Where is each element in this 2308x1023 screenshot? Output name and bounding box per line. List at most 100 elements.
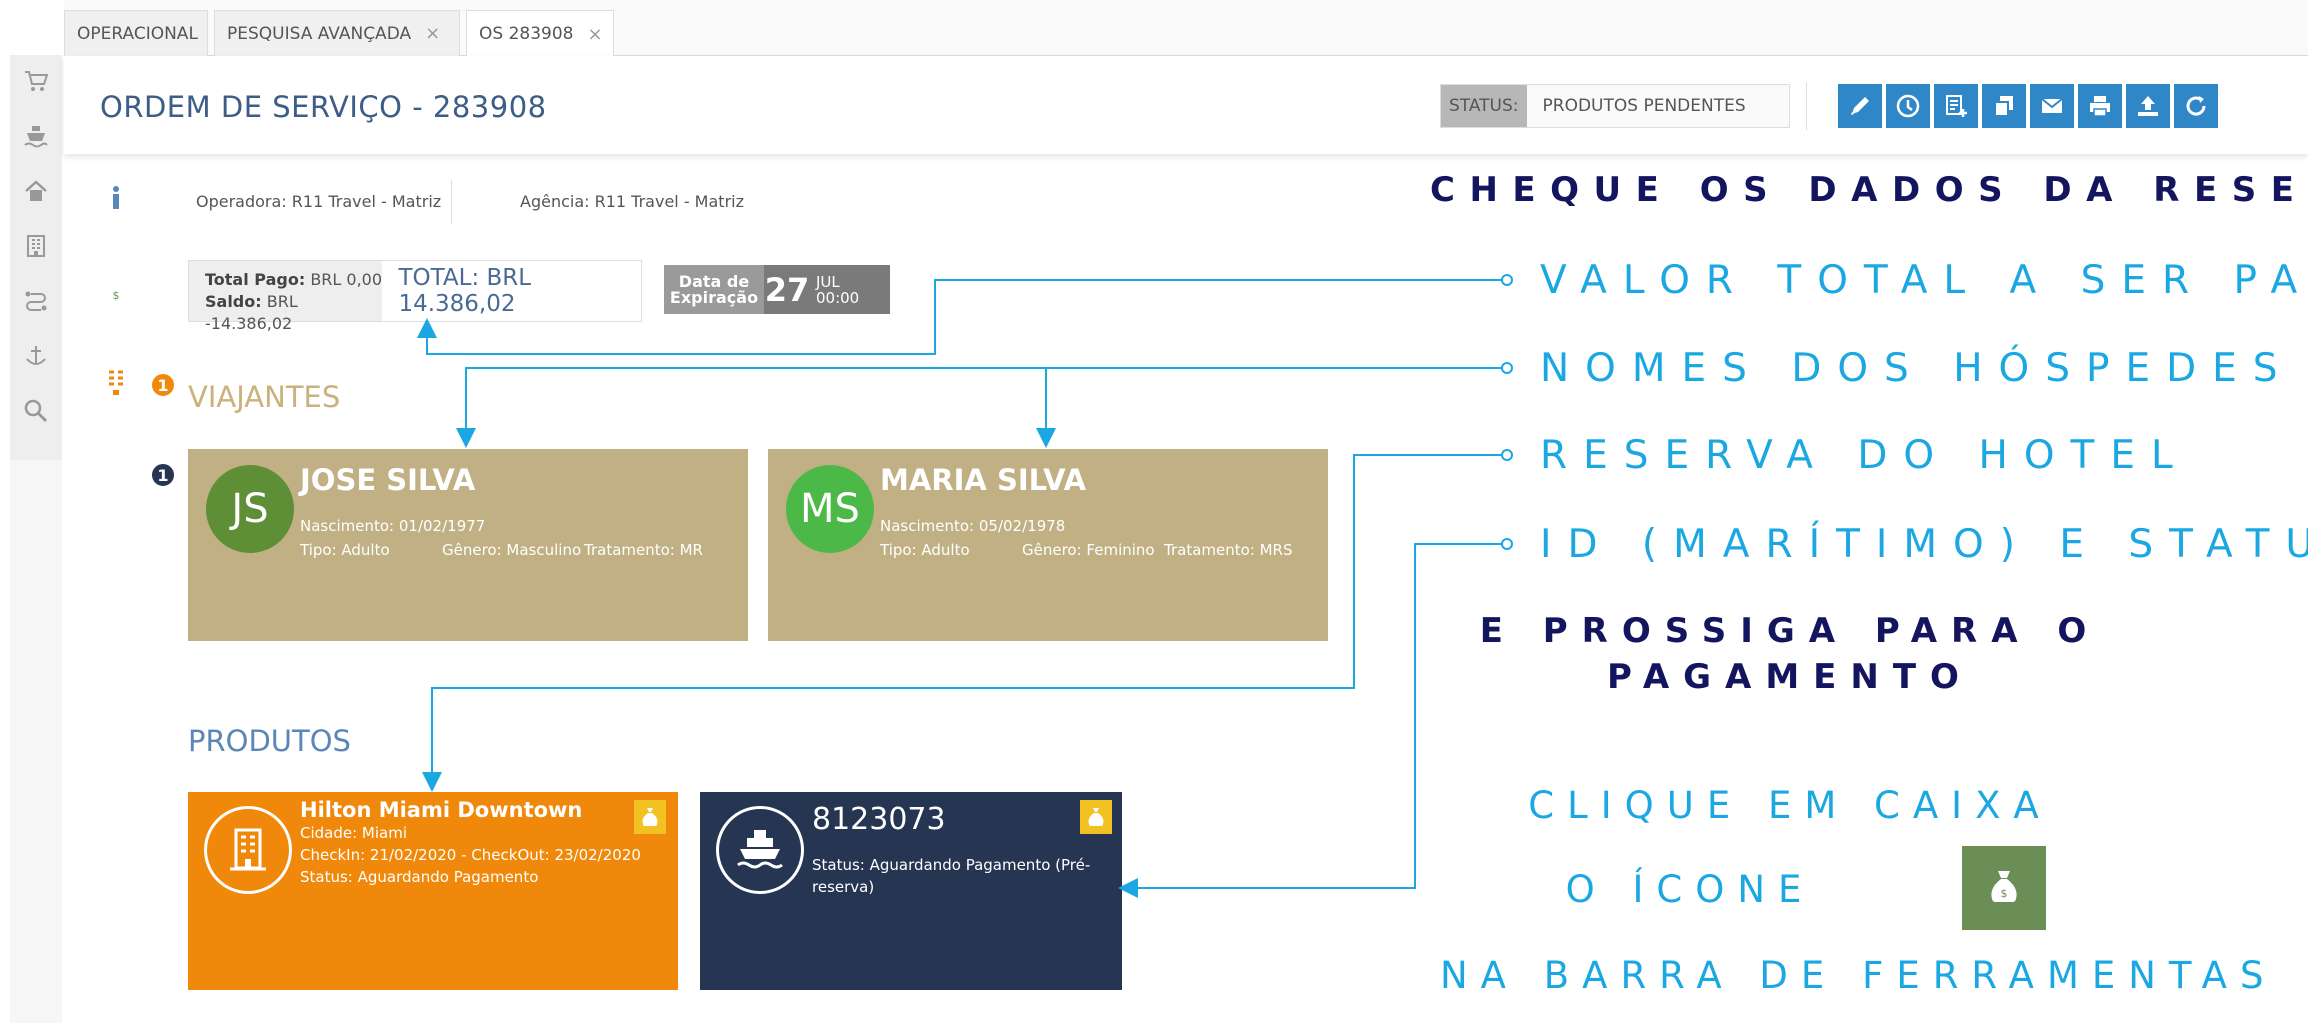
copy-icon [1994,96,2013,117]
app-root: OPERACIONAL PESQUISA AVANÇADA × OS 28390… [0,0,2308,1023]
traveler-type: Tipo: Adulto [300,541,390,559]
traveler-name: MARIA SILVA [880,463,1087,497]
expiration-badge: Data de Expiração 27 JUL 00:00 [664,265,890,314]
traveler-gender: Gênero: Masculino [442,541,582,559]
hotel-icon [101,367,131,398]
product-icon-circle [716,806,804,894]
print-button[interactable] [2078,84,2122,128]
print-icon [2090,96,2110,117]
traveler-name: JOSE SILVA [300,463,476,497]
tab-operacional[interactable]: OPERACIONAL [64,10,208,56]
payment-pending-badge[interactable] [634,800,666,834]
status-value: PRODUTOS PENDENTES [1526,85,1789,127]
expiration-label-line2: Expiração [669,287,759,307]
operator-info: Operadora: R11 Travel - Matriz [196,192,442,211]
expiration-time: 00:00 [816,288,860,307]
payment-section-button[interactable]: $ [67,244,165,336]
agency-info: Agência: R11 Travel - Matriz [520,192,744,211]
instruction-heading: CHEQUE OS DADOS DA RESERVA [1430,170,2308,210]
anchor-icon[interactable] [22,342,50,370]
info-divider [451,180,452,224]
close-icon[interactable]: × [425,23,440,44]
status-badge: STATUS: PRODUTOS PENDENTES [1440,84,1790,128]
product-detail: CheckIn: 21/02/2020 - CheckOut: 23/02/20… [300,846,641,864]
traveler-birth: Nascimento: 01/02/1977 [300,517,486,535]
email-icon [2041,98,2063,113]
product-detail: Cidade: Miami [300,824,408,842]
ship-icon[interactable] [22,122,50,150]
history-button[interactable] [1886,84,1930,128]
add-document-button[interactable] [1934,84,1978,128]
tab-label: PESQUISA AVANÇADA [227,23,412,44]
main-sidebar [10,55,62,1023]
tab-label: OPERACIONAL [77,23,198,44]
product-title: 8123073 [812,802,946,837]
avatar: JS [206,465,294,553]
instruction-click-line3: NA BARRA DE FERRAMENTAS [1440,954,2277,997]
home-icon[interactable] [22,177,50,205]
traveler-type: Tipo: Adulto [880,541,970,559]
payment-summary: Total Pago: BRL 0,00 Saldo: BRL -14.386,… [188,260,642,333]
route-icon[interactable] [22,287,50,315]
balance-label: Saldo: [205,292,262,311]
callout-total: VALOR TOTAL A SER PAGO [1540,258,2308,303]
refresh-icon [2186,96,2206,116]
page-header: ORDEM DE SERVIÇO - 283908 STATUS: PRODUT… [64,56,2308,154]
hotel-icon [230,828,266,871]
product-icon-circle [204,806,292,894]
building-icon[interactable] [22,232,50,260]
toolbar-divider [1806,82,1807,130]
info-section-button[interactable] [67,152,165,244]
sidebar-lower-panel [10,460,62,1023]
search-icon[interactable] [22,397,50,425]
cruise-product-card[interactable]: 8123073 Status: Aguardando Pagamento (Pr… [700,792,1122,990]
payment-pending-badge[interactable] [1080,800,1112,834]
hotel-count-badge: 1 [150,372,176,398]
instruction-click-line1: CLIQUE EM CAIXA [1528,784,2052,827]
cruise-count-badge: 1 [150,462,176,488]
traveler-title: Tratamento: MRS [1164,541,1293,559]
callout-hotel: RESERVA DO HOTEL [1540,433,2189,478]
svg-text:$: $ [113,289,120,302]
add-document-icon [1946,95,1967,117]
money-bag-icon [1088,808,1104,826]
page-title: ORDEM DE SERVIÇO - 283908 [100,90,547,124]
money-bag-icon [642,808,658,826]
products-heading: PRODUTOS [188,724,351,758]
total-amount: TOTAL: BRL 14.386,02 [398,265,532,317]
product-detail: Status: Aguardando Pagamento (Pré- [812,856,1091,874]
traveler-title: Tratamento: MR [584,541,703,559]
cruise-icon [737,830,783,869]
callout-maritime: ID (MARÍTIMO) E STATUS [1540,522,2308,567]
paid-label: Total Pago: [205,270,306,289]
traveler-gender: Gênero: Feminino [1022,541,1155,559]
tab-pesquisa-avancada[interactable]: PESQUISA AVANÇADA × [214,10,460,56]
close-icon[interactable]: × [587,24,602,45]
pencil-icon [1851,97,1869,115]
callout-guests: NOMES DOS HÓSPEDES [1540,346,2294,391]
expiration-day: 27 [764,270,810,309]
product-detail: Status: Aguardando Pagamento [300,868,539,886]
travelers-heading: VIAJANTES [188,380,341,414]
cruise-icon [98,459,134,490]
hotel-product-card[interactable]: Hilton Miami Downtown Cidade: Miami Chec… [188,792,678,990]
tab-bar: OPERACIONAL PESQUISA AVANÇADA × OS 28390… [64,0,2308,57]
email-button[interactable] [2030,84,2074,128]
avatar: MS [786,465,874,553]
money-bag-icon: $ [104,276,128,305]
upload-button[interactable] [2126,84,2170,128]
copy-button[interactable] [1982,84,2026,128]
tab-os-283908[interactable]: OS 283908 × [466,10,614,57]
product-title: Hilton Miami Downtown [300,798,583,822]
money-bag-icon: $ [1962,846,2046,930]
instruction-next: E PROSSIGA PARA O PAGAMENTO [1479,611,2101,697]
edit-button[interactable] [1838,84,1882,128]
cart-icon[interactable] [22,67,50,95]
paid-value: BRL 0,00 [310,270,383,289]
info-icon [98,180,134,216]
traveler-card[interactable]: MS MARIA SILVA Nascimento: 05/02/1978 Ti… [768,449,1328,641]
refresh-button[interactable] [2174,84,2218,128]
expiration-month-time: JUL 00:00 [810,265,859,314]
traveler-card[interactable]: JS JOSE SILVA Nascimento: 01/02/1977 Tip… [188,449,748,641]
upload-icon [2138,96,2158,116]
